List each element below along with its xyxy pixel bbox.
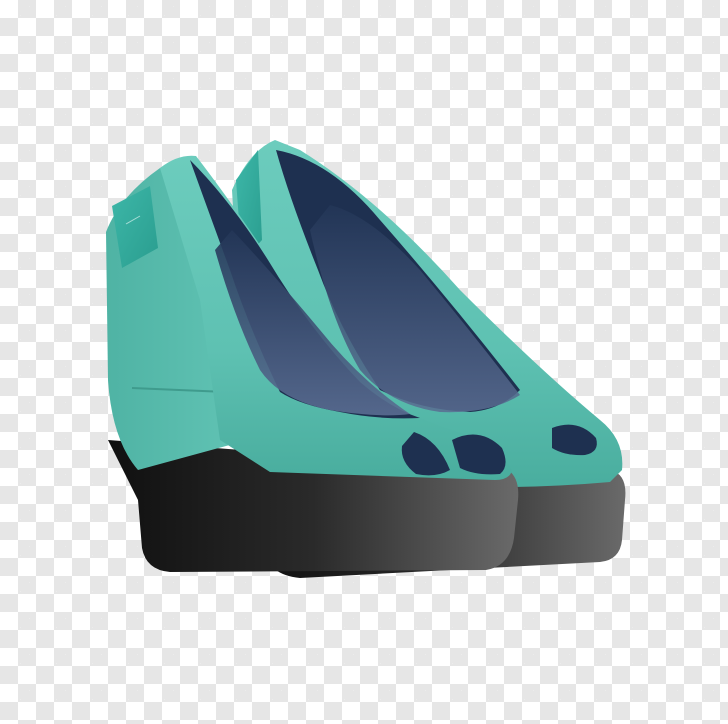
shoe-illustration xyxy=(106,140,626,578)
transparency-checkerboard-background xyxy=(0,0,728,724)
